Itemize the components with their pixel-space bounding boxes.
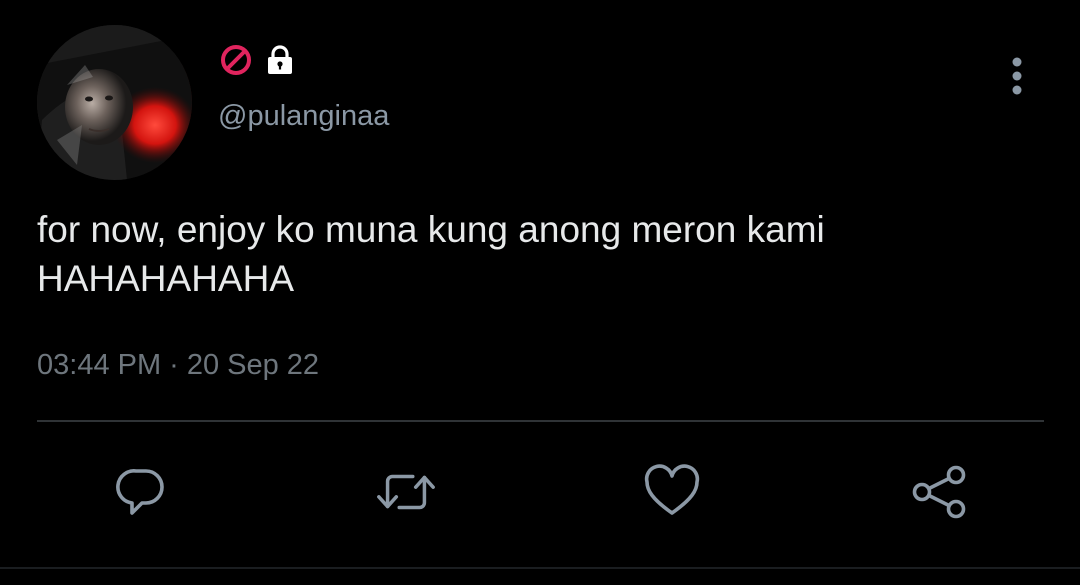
reply-icon [116, 469, 164, 515]
divider [37, 420, 1044, 422]
more-options-button[interactable] [1002, 54, 1032, 98]
avatar[interactable] [37, 25, 192, 180]
tweet-text-line: for now, enjoy ko muna kung anong meron … [37, 209, 825, 250]
share-icon [912, 465, 966, 519]
tweet-date: 20 Sep 22 [186, 349, 320, 381]
timestamp-separator: · [169, 349, 179, 381]
tweet-detail: @pulanginaa for now, enjoy ko muna kung … [0, 0, 1080, 585]
user-handle[interactable]: @pulanginaa [218, 98, 389, 134]
tweet-text: for now, enjoy ko muna kung anong meron … [37, 205, 1047, 303]
share-button[interactable] [907, 460, 971, 524]
more-vertical-icon [1012, 57, 1022, 95]
tweet-timestamp[interactable]: 03:44 PM · 20 Sep 22 [37, 347, 319, 383]
blocked-icon [221, 45, 251, 75]
like-icon [644, 464, 700, 515]
like-button[interactable] [640, 460, 704, 524]
bottom-divider [0, 567, 1080, 569]
retweet-icon [377, 474, 435, 510]
retweet-button[interactable] [374, 460, 438, 524]
tweet-text-line: HAHAHAHAHA [37, 258, 294, 299]
lock-icon [268, 45, 292, 74]
tweet-time: 03:44 PM [37, 349, 162, 381]
account-badges [219, 42, 297, 78]
reply-button[interactable] [109, 460, 173, 524]
